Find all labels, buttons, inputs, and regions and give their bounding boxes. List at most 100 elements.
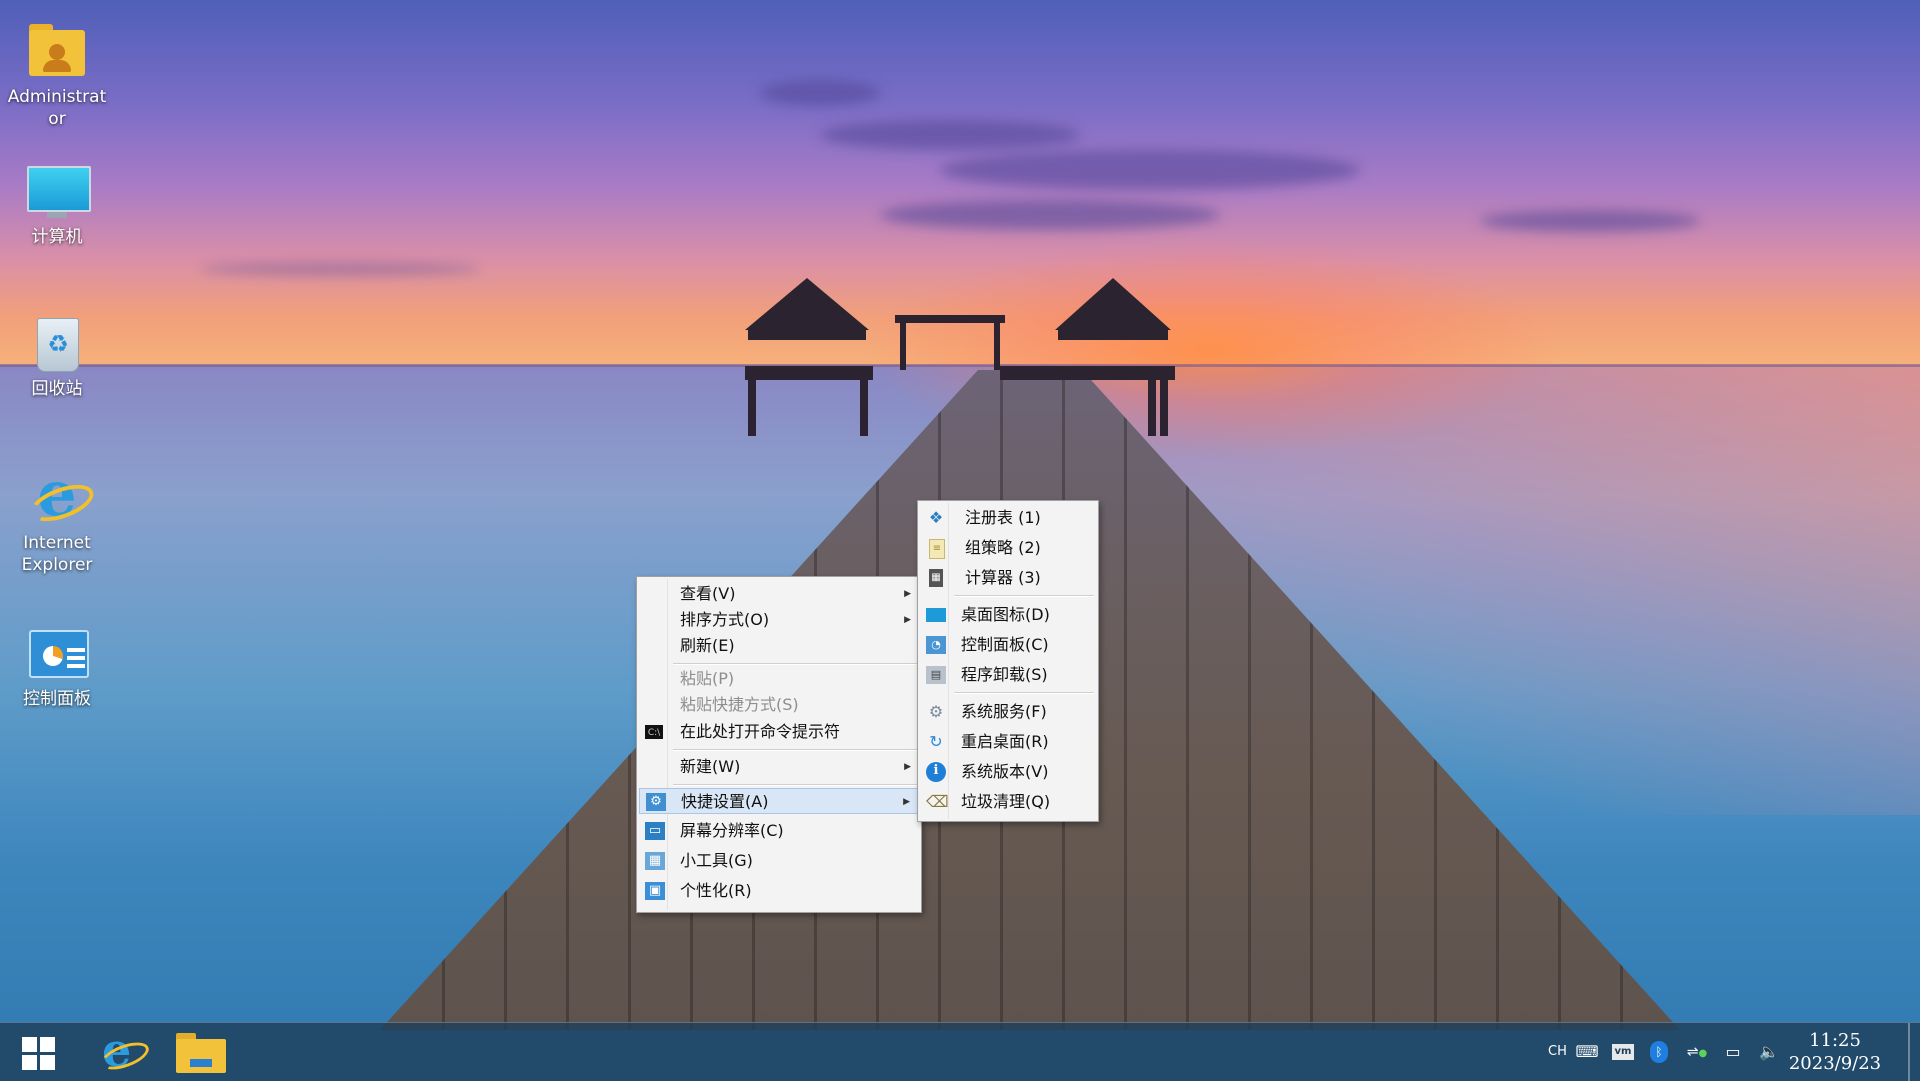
- desktop-icon-internet-explorer[interactable]: e Internet Explorer: [7, 462, 107, 576]
- desktop-icon-computer[interactable]: 计算机: [7, 162, 107, 248]
- menu-item-quick-settings[interactable]: ⚙ 快捷设置(A) ▶: [639, 788, 919, 814]
- menu-item-label: 垃圾清理(Q): [961, 792, 1051, 811]
- menu-item-paste-shortcut: 粘贴快捷方式(S): [639, 692, 919, 718]
- menu-item-view[interactable]: 查看(V) ▶: [639, 581, 919, 607]
- desktop-icon-label: 控制面板: [23, 689, 91, 709]
- windows-logo-icon: [22, 1055, 37, 1070]
- taskbar: e CH ⌨ vm ᛒ ⇌● ▭ 🔈 11:25 2023/9/23: [0, 1022, 1920, 1081]
- windows-logo-icon: [40, 1055, 55, 1070]
- refresh-icon: ↻: [929, 732, 943, 751]
- submenu-item-junk-cleanup[interactable]: ⌫ 垃圾清理(Q): [920, 789, 1096, 815]
- wallpaper-pavilion-eave: [1058, 330, 1168, 340]
- menu-item-screen-resolution[interactable]: ▭ 屏幕分辨率(C): [639, 818, 919, 844]
- taskbar-internet-explorer[interactable]: e: [97, 1025, 153, 1075]
- menu-item-label: 小工具(G): [680, 851, 753, 870]
- desktop-context-menu: 查看(V) ▶ 排序方式(O) ▶ 刷新(E) 粘贴(P) 粘贴快捷方式(S) …: [636, 576, 922, 913]
- desktop-icon-label: Internet Explorer: [21, 533, 93, 575]
- control-panel-icon: ◔: [926, 636, 946, 654]
- group-policy-icon: ≡: [929, 539, 945, 559]
- personalize-icon: ▣: [645, 882, 665, 900]
- desktop-icon-recycle-bin[interactable]: ♻ 回收站: [7, 314, 107, 400]
- menu-item-label: 粘贴快捷方式(S): [680, 695, 799, 714]
- submenu-item-registry[interactable]: ❖ 注册表 (1): [920, 505, 1096, 531]
- taskbar-clock[interactable]: 11:25 2023/9/23: [1780, 1029, 1890, 1075]
- submenu-arrow-icon: ▶: [904, 589, 911, 599]
- vm-icon[interactable]: vm: [1612, 1044, 1634, 1060]
- wallpaper-pier-gate-post: [900, 315, 906, 370]
- screen-resolution-icon: ▭: [645, 822, 665, 840]
- wallpaper-pavilion-roof: [1055, 278, 1171, 330]
- menu-separator: [954, 692, 1094, 694]
- wallpaper-pavilion-roof: [745, 278, 869, 330]
- quick-settings-submenu: ❖ 注册表 (1) ≡ 组策略 (2) ▦ 计算器 (3) 桌面图标(D) ◔ …: [917, 500, 1099, 822]
- monitor-icon[interactable]: ▭: [1720, 1041, 1746, 1063]
- network-check-icon[interactable]: ⇌●: [1684, 1041, 1710, 1063]
- keyboard-icon[interactable]: ⌨: [1574, 1041, 1600, 1063]
- menu-item-paste: 粘贴(P): [639, 666, 919, 692]
- bluetooth-icon[interactable]: ᛒ: [1650, 1041, 1668, 1063]
- wallpaper-pavilion-deck: [1000, 366, 1175, 380]
- menu-separator: [673, 663, 917, 665]
- submenu-item-restart-desktop[interactable]: ↻ 重启桌面(R): [920, 729, 1096, 755]
- menu-item-label: 桌面图标(D): [961, 605, 1050, 624]
- uninstall-icon: ▤: [926, 666, 946, 684]
- menu-item-sort-by[interactable]: 排序方式(O) ▶: [639, 607, 919, 633]
- wallpaper-pavilion-post: [1160, 380, 1168, 436]
- menu-item-label: 刷新(E): [680, 636, 735, 655]
- submenu-item-system-version[interactable]: i 系统版本(V): [920, 759, 1096, 785]
- menu-item-gadgets[interactable]: ▦ 小工具(G): [639, 848, 919, 874]
- folder-icon-body: [176, 1039, 226, 1073]
- wallpaper-cloud: [820, 120, 1080, 150]
- menu-item-new[interactable]: 新建(W) ▶: [639, 754, 919, 780]
- windows-logo-icon: [40, 1037, 55, 1052]
- menu-separator: [673, 749, 917, 751]
- menu-item-refresh[interactable]: 刷新(E): [639, 633, 919, 659]
- clock-date: 2023/9/23: [1788, 1053, 1882, 1074]
- control-panel-icon: [25, 624, 89, 684]
- wallpaper-pavilion-eave: [748, 330, 866, 340]
- wallpaper-horizon: [0, 364, 1920, 367]
- menu-item-label: 新建(W): [680, 757, 741, 776]
- menu-item-personalize[interactable]: ▣ 个性化(R): [639, 878, 919, 904]
- desktop-icon-label: 计算机: [31, 227, 83, 247]
- wallpaper-pier-gate: [895, 315, 1005, 323]
- wallpaper-pavilion-post: [748, 380, 756, 436]
- start-button[interactable]: [22, 1037, 56, 1071]
- show-desktop-button[interactable]: [1908, 1023, 1910, 1081]
- computer-monitor-icon: [25, 162, 91, 222]
- menu-item-label: 注册表 (1): [965, 508, 1041, 527]
- internet-explorer-icon: e: [25, 462, 99, 529]
- submenu-item-uninstall-programs[interactable]: ▤ 程序卸载(S): [920, 662, 1096, 688]
- submenu-item-control-panel[interactable]: ◔ 控制面板(C): [920, 632, 1096, 658]
- menu-item-label: 快捷设置(A): [681, 792, 769, 811]
- wallpaper-cloud: [880, 200, 1220, 230]
- services-gear-icon: ⚙: [928, 702, 944, 721]
- desktop-icons-icon: [926, 608, 946, 622]
- tray-language-indicator[interactable]: CH: [1548, 1023, 1567, 1081]
- submenu-arrow-icon: ▶: [904, 762, 911, 772]
- menu-item-label: 组策略 (2): [965, 538, 1041, 557]
- desktop-icon-label: Administrator: [7, 87, 107, 129]
- gadgets-icon: ▦: [645, 852, 665, 870]
- submenu-item-desktop-icons[interactable]: 桌面图标(D): [920, 602, 1096, 628]
- volume-icon[interactable]: 🔈: [1756, 1041, 1782, 1063]
- windows-logo-icon: [22, 1037, 37, 1052]
- menu-item-label: 控制面板(C): [961, 635, 1049, 654]
- wallpaper-cloud: [940, 150, 1360, 190]
- desktop-icon-control-panel[interactable]: 控制面板: [7, 624, 107, 710]
- submenu-item-group-policy[interactable]: ≡ 组策略 (2): [920, 535, 1096, 561]
- command-prompt-icon: C:\: [645, 725, 663, 739]
- submenu-item-calculator[interactable]: ▦ 计算器 (3): [920, 565, 1096, 591]
- wallpaper-cloud: [1480, 210, 1700, 232]
- menu-item-label: 计算器 (3): [965, 568, 1041, 587]
- submenu-item-system-services[interactable]: ⚙ 系统服务(F): [920, 699, 1096, 725]
- menu-separator: [673, 784, 917, 786]
- taskbar-file-explorer[interactable]: [176, 1033, 228, 1073]
- submenu-arrow-icon: ▶: [903, 797, 910, 807]
- menu-item-label: 屏幕分辨率(C): [680, 821, 784, 840]
- quick-settings-icon: ⚙: [646, 793, 666, 811]
- menu-item-label: 程序卸载(S): [961, 665, 1048, 684]
- desktop-icon-administrator[interactable]: Administrator: [7, 22, 107, 130]
- menu-item-open-command-prompt[interactable]: C:\ 在此处打开命令提示符: [639, 719, 919, 745]
- user-folder-icon: [25, 22, 89, 82]
